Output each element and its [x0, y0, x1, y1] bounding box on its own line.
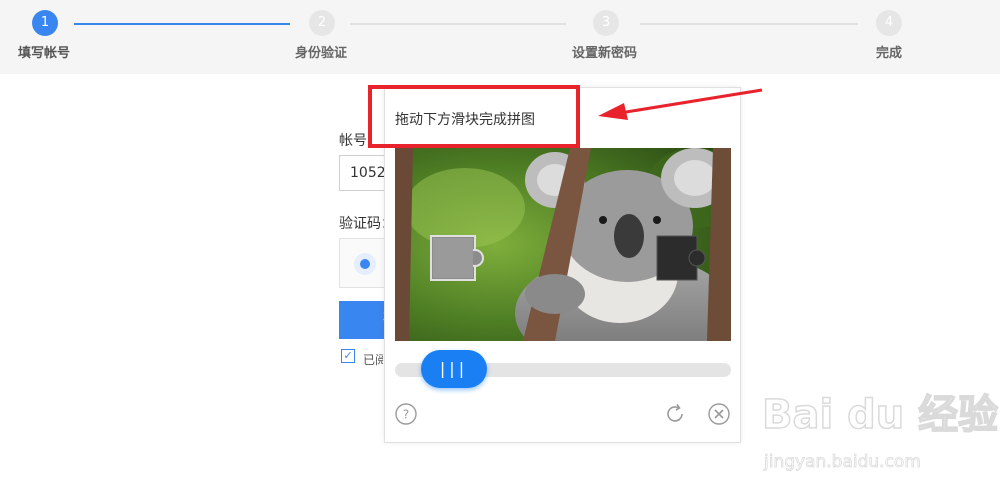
progress-stepper: 1 填写帐号 2 身份验证 3 设置新密码 4 完成 — [0, 0, 1000, 74]
step-connector-1 — [74, 23, 290, 25]
captcha-indicator-icon — [354, 253, 376, 275]
agree-checkbox[interactable]: ✓ — [341, 349, 355, 363]
step-3-number: 3 — [593, 10, 619, 36]
step-1-number: 1 — [32, 10, 58, 36]
slider-handle[interactable]: ||| — [421, 350, 487, 388]
step-2-number: 2 — [309, 10, 335, 36]
step-2-label: 身份验证 — [295, 46, 348, 61]
refresh-icon[interactable] — [664, 403, 686, 425]
step-4-label: 完成 — [876, 46, 903, 61]
baidu-jingyan-watermark: Bai du 经验 jingyan.baidu.com — [761, 382, 999, 482]
annotation-arrow-icon — [598, 88, 763, 120]
step-connector-3 — [640, 23, 858, 25]
puzzle-image — [395, 148, 731, 341]
step-connector-2 — [350, 23, 566, 25]
watermark-logo: Bai du 经验 — [761, 391, 999, 439]
agree-text: 已阅 — [363, 353, 383, 367]
step-1-label: 填写帐号 — [18, 46, 71, 61]
step-3-label: 设置新密码 — [572, 46, 638, 61]
annotation-highlight-box — [368, 85, 580, 148]
close-icon[interactable] — [708, 403, 730, 425]
koala-photo — [395, 148, 731, 341]
svg-text:?: ? — [403, 408, 409, 422]
watermark-url: jingyan.baidu.com — [764, 452, 922, 473]
step-4-number: 4 — [876, 10, 902, 36]
account-label: 帐号 — [339, 133, 367, 149]
question-icon[interactable]: ? — [395, 403, 417, 425]
